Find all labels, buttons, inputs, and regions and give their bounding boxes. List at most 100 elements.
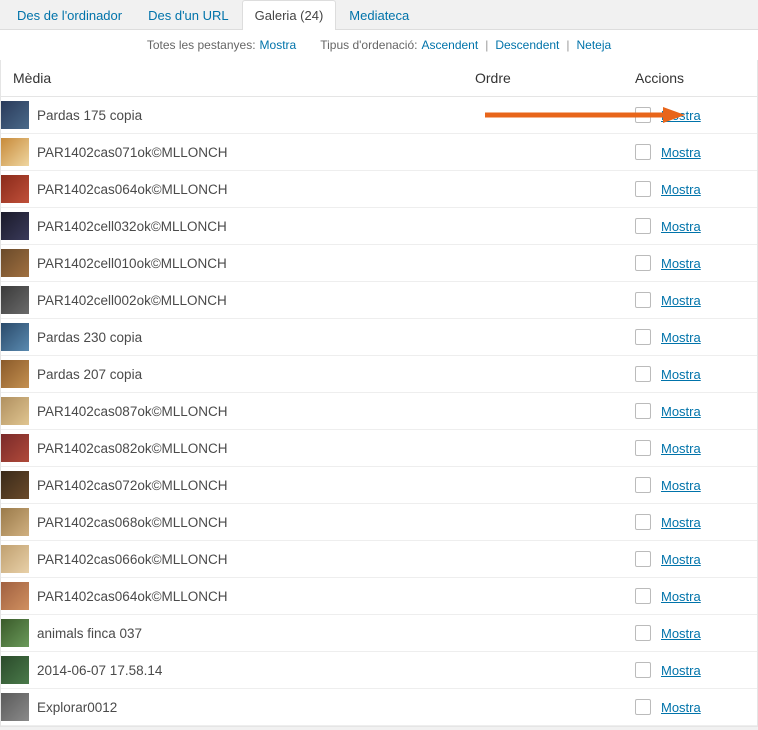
sort-clear-link[interactable]: Neteja [577,38,612,52]
actions-cell: Mostra [635,477,745,493]
col-header-actions[interactable]: Accions [635,70,745,86]
sort-desc-link[interactable]: Descendent [495,38,559,52]
table-row: PAR1402cas068ok©MLLONCH Mostra [1,504,757,541]
actions-cell: Mostra [635,181,745,197]
media-name: Pardas 207 copia [37,367,475,382]
show-link[interactable]: Mostra [661,515,701,530]
actions-cell: Mostra [635,514,745,530]
media-name: PAR1402cas068ok©MLLONCH [37,515,475,530]
media-name: PAR1402cell032ok©MLLONCH [37,219,475,234]
select-checkbox[interactable] [635,292,651,308]
separator: | [485,38,488,52]
show-link[interactable]: Mostra [661,478,701,493]
col-header-media[interactable]: Mèdia [13,70,475,86]
sort-type-label: Tipus d'ordenació: [320,38,417,52]
show-link[interactable]: Mostra [661,108,701,123]
col-header-order[interactable]: Ordre [475,70,635,86]
select-checkbox[interactable] [635,255,651,271]
actions-cell: Mostra [635,107,745,123]
table-row: PAR1402cell010ok©MLLONCHMostra [1,245,757,282]
show-link[interactable]: Mostra [661,145,701,160]
select-checkbox[interactable] [635,403,651,419]
media-name: PAR1402cas064ok©MLLONCH [37,589,475,604]
actions-cell: Mostra [635,218,745,234]
table-row: Pardas 175 copia Mostra [1,97,757,134]
tab-0[interactable]: Des de l'ordinador [4,0,135,30]
select-checkbox[interactable] [635,144,651,160]
media-name: animals finca 037 [37,626,475,641]
show-link[interactable]: Mostra [661,663,701,678]
media-name: Pardas 230 copia [37,330,475,345]
thumbnail-icon [1,249,29,277]
show-link[interactable]: Mostra [661,256,701,271]
show-link[interactable]: Mostra [661,219,701,234]
separator: | [566,38,569,52]
media-name: Pardas 175 copia [37,108,475,123]
show-link[interactable]: Mostra [661,330,701,345]
media-name: PAR1402cas066ok©MLLONCH [37,552,475,567]
table-row: 2014-06-07 17.58.14Mostra [1,652,757,689]
show-link[interactable]: Mostra [661,182,701,197]
actions-cell: Mostra [635,588,745,604]
thumbnail-icon [1,323,29,351]
tab-2[interactable]: Galeria (24) [242,0,337,30]
table-header: Mèdia Ordre Accions [1,60,757,97]
select-checkbox[interactable] [635,181,651,197]
table-row: animals finca 037 Mostra [1,615,757,652]
table-row: Explorar0012 Mostra [1,689,757,726]
thumbnail-icon [1,434,29,462]
table-row: PAR1402cell032ok©MLLONCH Mostra [1,208,757,245]
select-checkbox[interactable] [635,588,651,604]
table-row: PAR1402cas071ok©MLLONCH Mostra [1,134,757,171]
thumbnail-icon [1,508,29,536]
thumbnail-icon [1,656,29,684]
all-tabs-show-link[interactable]: Mostra [260,38,297,52]
thumbnail-icon [1,101,29,129]
media-name: PAR1402cas071ok©MLLONCH [37,145,475,160]
table-row: PAR1402cas064ok©MLLONCH Mostra [1,578,757,615]
tab-1[interactable]: Des d'un URL [135,0,242,30]
show-link[interactable]: Mostra [661,441,701,456]
select-checkbox[interactable] [635,699,651,715]
show-link[interactable]: Mostra [661,367,701,382]
thumbnail-icon [1,212,29,240]
controls-bar: Totes les pestanyes: Mostra Tipus d'orde… [0,30,758,60]
show-link[interactable]: Mostra [661,700,701,715]
show-link[interactable]: Mostra [661,589,701,604]
table-row: PAR1402cas087ok©MLLONCH Mostra [1,393,757,430]
table-row: PAR1402cas064ok©MLLONCH Mostra [1,171,757,208]
select-checkbox[interactable] [635,514,651,530]
show-link[interactable]: Mostra [661,552,701,567]
select-checkbox[interactable] [635,366,651,382]
select-checkbox[interactable] [635,440,651,456]
actions-cell: Mostra [635,255,745,271]
table-row: PAR1402cell002ok©MLLONCHMostra [1,282,757,319]
media-name: PAR1402cas087ok©MLLONCH [37,404,475,419]
actions-cell: Mostra [635,144,745,160]
select-checkbox[interactable] [635,218,651,234]
tab-3[interactable]: Mediateca [336,0,422,30]
select-checkbox[interactable] [635,329,651,345]
actions-cell: Mostra [635,662,745,678]
table-row: PAR1402cas066ok©MLLONCH Mostra [1,541,757,578]
select-checkbox[interactable] [635,625,651,641]
media-name: Explorar0012 [37,700,475,715]
select-checkbox[interactable] [635,662,651,678]
actions-cell: Mostra [635,551,745,567]
thumbnail-icon [1,138,29,166]
media-name: PAR1402cas082ok©MLLONCH [37,441,475,456]
media-name: PAR1402cas064ok©MLLONCH [37,182,475,197]
show-link[interactable]: Mostra [661,404,701,419]
actions-cell: Mostra [635,699,745,715]
select-checkbox[interactable] [635,477,651,493]
actions-cell: Mostra [635,625,745,641]
thumbnail-icon [1,545,29,573]
actions-cell: Mostra [635,292,745,308]
select-checkbox[interactable] [635,107,651,123]
table-row: PAR1402cas082ok©MLLONCH Mostra [1,430,757,467]
select-checkbox[interactable] [635,551,651,567]
all-tabs-label: Totes les pestanyes: [147,38,256,52]
sort-asc-link[interactable]: Ascendent [421,38,478,52]
show-link[interactable]: Mostra [661,293,701,308]
show-link[interactable]: Mostra [661,626,701,641]
